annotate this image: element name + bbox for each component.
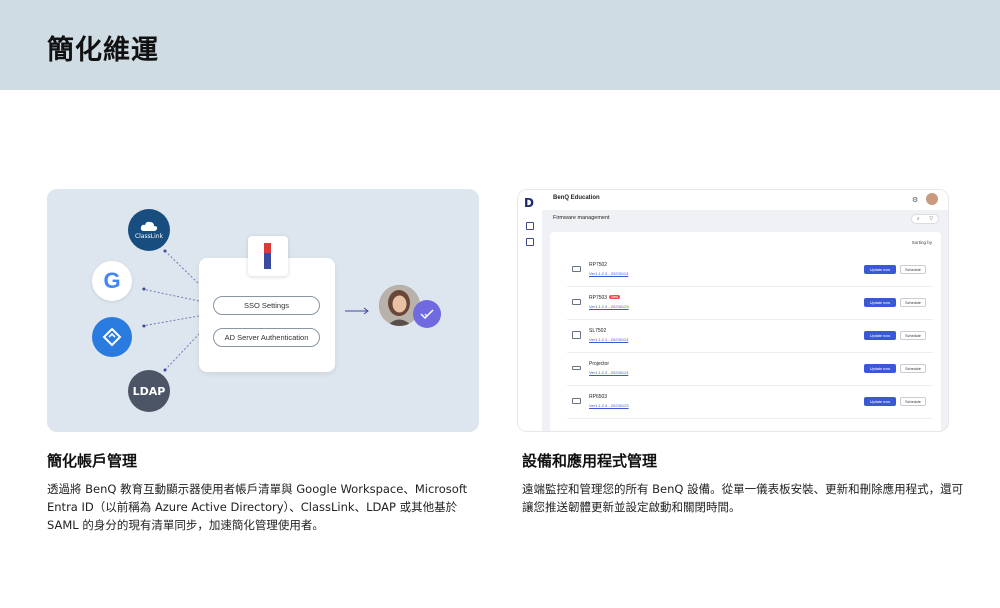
- account-management-title: 簡化帳戶管理: [47, 452, 138, 470]
- benq-sso-logo-icon: [248, 236, 288, 276]
- list-item: Projector Ver1.1.2.3 - 20230113 Update n…: [567, 353, 933, 386]
- firmware-list-panel: Sorting by RP7502 Ver1.1.2.3 - 20230113 …: [550, 232, 941, 431]
- device-management-description: 遠端監控和管理您的所有 BenQ 設備。從單一儀表板安裝、更新和刪除應用程式，還…: [522, 482, 964, 514]
- schedule-button[interactable]: Schedule: [900, 364, 926, 373]
- gear-icon[interactable]: ⚙: [912, 196, 918, 204]
- update-now-button[interactable]: Update now: [864, 265, 896, 274]
- device-management-title: 設備和應用程式管理: [522, 452, 658, 470]
- user-avatar-small[interactable]: [926, 193, 938, 205]
- list-item: RP6503 Ver1.1.2.4 - 20230123 Update now …: [567, 386, 933, 419]
- firmware-version-link[interactable]: Ver1.1.2.4 - 20230123: [589, 304, 629, 309]
- dms-logo-icon: D: [524, 196, 534, 210]
- search-filter-controls[interactable]: ⌕ ▽: [911, 214, 939, 224]
- classlink-icon: [92, 317, 132, 357]
- verified-check-icon: [413, 300, 441, 328]
- filter-icon[interactable]: ▽: [929, 216, 933, 222]
- firmware-version-link[interactable]: Ver1.1.2.3 - 20230113: [589, 271, 628, 276]
- schedule-button[interactable]: Schedule: [900, 298, 926, 307]
- google-letter: G: [103, 268, 121, 293]
- classlink-cloud-label: ClassLink: [134, 233, 164, 240]
- update-now-button[interactable]: Update now: [864, 298, 896, 307]
- update-now-button[interactable]: Update now: [864, 331, 896, 340]
- search-icon[interactable]: ⌕: [917, 216, 920, 222]
- org-selector[interactable]: BenQ Education: [553, 195, 600, 201]
- sorting-dropdown[interactable]: Sorting by: [912, 240, 932, 245]
- device-name: RP6503: [589, 394, 608, 400]
- ldap-label: LDAP: [132, 384, 166, 398]
- ldap-icon: LDAP: [128, 370, 170, 412]
- device-name: Projector: [589, 361, 610, 367]
- firmware-version-link[interactable]: Ver1.1.2.4 - 20230123: [589, 403, 629, 408]
- dashboard-sidebar: D: [518, 190, 542, 431]
- update-now-button[interactable]: Update now: [864, 397, 896, 406]
- device-name: RP7502: [589, 262, 608, 268]
- projector-icon: [572, 366, 581, 370]
- display-icon: [572, 299, 581, 305]
- classlink-cloud-icon: ClassLink: [128, 209, 170, 251]
- list-item: RP7503 New Ver1.1.2.4 - 20230123 Update n…: [567, 287, 933, 320]
- dashboard-topbar: BenQ Education ⚙: [542, 190, 948, 210]
- new-badge: New: [609, 295, 621, 299]
- google-icon: G: [92, 261, 132, 301]
- account-management-description: 透過將 BenQ 教育互動顯示器使用者帳戶清單與 Google Workspac…: [47, 482, 468, 532]
- section-header: Firmware management ⌕ ▽: [542, 210, 948, 228]
- grid-icon[interactable]: [526, 222, 534, 230]
- firmware-dashboard-card: D BenQ Education ⚙ Firmware management ⌕…: [517, 189, 949, 432]
- firmware-version-link[interactable]: Ver1.1.2.1 - 20230113: [589, 337, 628, 342]
- schedule-button[interactable]: Schedule: [900, 397, 926, 406]
- update-now-button[interactable]: Update now: [864, 364, 896, 373]
- ad-auth-pill: AD Server Authentication: [213, 328, 320, 347]
- schedule-button[interactable]: Schedule: [900, 331, 926, 340]
- arrow-right-icon: [345, 307, 369, 315]
- device-name-text: RP7503: [589, 295, 608, 301]
- display-icon: [572, 398, 581, 404]
- sso-illustration-card: ClassLink G LDAP SSO Settings AD Server …: [47, 189, 479, 432]
- schedule-button[interactable]: Schedule: [900, 265, 926, 274]
- list-item: SL7502 Ver1.1.2.1 - 20230113 Update now …: [567, 320, 933, 353]
- display-icon: [572, 331, 581, 339]
- device-icon[interactable]: [526, 238, 534, 246]
- page-title: 簡化維運: [47, 35, 159, 66]
- sso-settings-pill: SSO Settings: [213, 296, 320, 315]
- list-item: RP7502 Ver1.1.2.3 - 20230113 Update now …: [567, 254, 933, 287]
- device-name: SL7502: [589, 328, 607, 334]
- device-name: RP7503 New: [589, 295, 621, 301]
- firmware-version-link[interactable]: Ver1.1.2.3 - 20230113: [589, 370, 628, 375]
- section-title: Firmware management: [553, 215, 610, 221]
- display-icon: [572, 266, 581, 272]
